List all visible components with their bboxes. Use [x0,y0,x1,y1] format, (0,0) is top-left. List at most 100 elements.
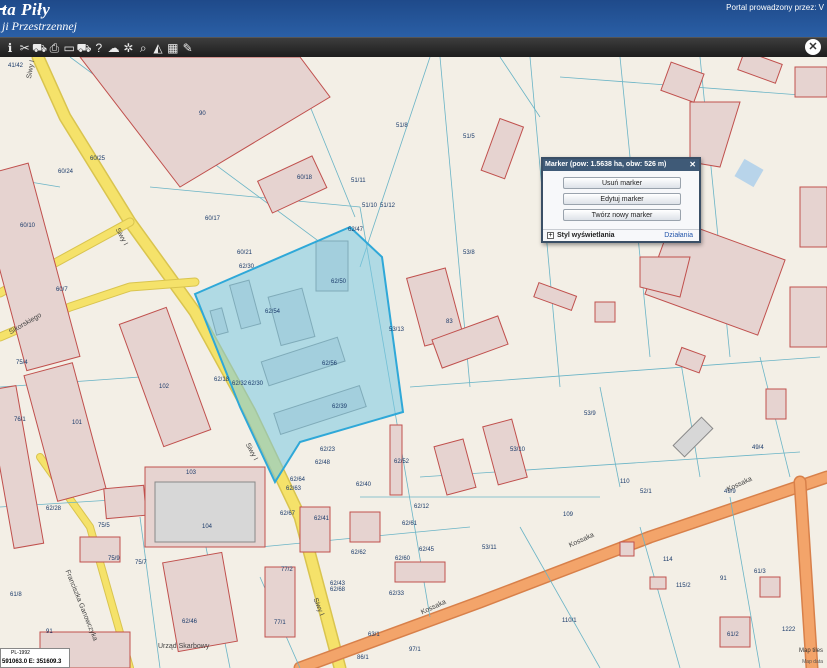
parcel-label: 62/52 [394,459,410,465]
layers-icon[interactable]: ▦ [165,40,181,56]
expand-styles-icon[interactable]: + [547,232,554,239]
cut-icon[interactable]: ✂ [17,40,33,56]
display-style-label[interactable]: Styl wyświetlania [557,230,615,241]
parcel-label: 91 [46,629,53,635]
parcel-label: 51/12 [380,203,396,209]
parcel-label: 109 [563,512,574,518]
map-tiles-attribution: Map tiles [798,648,823,654]
parcel-label: 51/11 [351,178,366,184]
parcel-label: 90 [199,111,206,117]
app-header: ta Piły ji Przestrzennej Portal prowadzo… [0,0,827,37]
parcel-label: 62/60 [395,556,411,562]
parcel-label: 76/1 [14,417,26,423]
print-icon[interactable]: ⎙ [46,40,62,56]
parcel-label: 62/67 [280,511,296,517]
parcel-label: 104 [202,524,213,530]
app-title: ta Piły [2,0,51,19]
help-icon[interactable]: ? [91,40,107,56]
parcel-label: 62/18 [214,377,230,383]
parcel-label: 75/7 [135,560,147,566]
bus-icon[interactable]: ▭ [61,40,77,56]
map-view[interactable]: 41/42 90 51/8 51/5 60/25 60/24 60/18 51/11 51/10… [0,57,827,668]
info-icon[interactable]: ℹ [2,40,18,56]
parcel-label: 60/18 [297,175,313,181]
parcel-label: 51/10 [362,203,378,209]
parcel-label: 53/8 [463,250,475,256]
parcel-label: 102 [159,384,170,390]
parcel-label: 51/8 [396,123,408,129]
map-canvas[interactable] [0,57,827,668]
parcel-label: 53/9 [584,411,596,417]
parcel-label: 75/9 [108,556,120,562]
street-label: Urząd Skarbowy [158,643,210,650]
parcel-label: 60/24 [58,169,74,175]
car-icon[interactable]: ⛟ [32,40,48,56]
parcel-label: 62/62 [351,550,367,556]
parcel-label: 41/42 [8,63,24,69]
marker-popup-header: Marker (pow: 1.5638 ha, obw: 526 m) ✕ [543,159,699,171]
comment-icon[interactable]: ✎ [180,40,196,56]
parcel-label: 62/68 [330,587,346,593]
parcel-label: 62/48 [315,460,331,466]
parcel-label: 60/25 [90,156,106,162]
map-toolbar: ℹ ✂ ⛟ ⎙ ▭ ⛟? ☁ ✲ ⌕ ◭ ▦ ✎ ✕ [0,37,827,57]
map-data-attribution: Map data [802,659,823,665]
popup-close-icon[interactable]: ✕ [689,159,696,171]
parcel-label: 62/28 [46,506,62,512]
parcel-label: 103 [186,470,197,476]
parcel-label: 52/1 [640,489,652,495]
parcel-label: 63/1 [368,632,380,638]
parcel-label: 83 [446,319,453,325]
parcel-label: 75/4 [16,360,28,366]
delete-marker-button[interactable]: Usuń marker [563,177,681,189]
settings-icon[interactable]: ✲ [120,40,136,56]
parcel-label: 62/30 [248,381,264,387]
parcel-label: 62/54 [265,309,281,315]
parcel-label: 61/2 [727,632,739,638]
parcel-label: 101 [72,420,83,426]
parcel-label: 49/4 [752,445,764,451]
parcel-label: 62/32 [232,381,248,387]
parcel-label: 110 [620,479,630,485]
parcel-label: 62/41 [314,516,330,522]
close-icon[interactable]: ✕ [805,39,821,55]
parcel-label: 62/40 [356,482,372,488]
parcel-label: 53/10 [510,447,526,453]
parcel-label: 60/10 [20,223,36,229]
parcel-label: 62/61 [402,521,418,527]
parcel-label: 60/17 [205,216,221,222]
parcel-label: 62/23 [320,447,336,453]
parcel-label: 62/64 [290,477,306,483]
parcel-label: 61/3 [754,569,766,575]
marker-popup: Marker (pow: 1.5638 ha, obw: 526 m) ✕ Us… [541,157,701,243]
coordinate-system-select[interactable]: PL-1992 [11,650,30,656]
parcel-label: 53/13 [389,327,405,333]
marker-popup-title: Marker (pow: 1.5638 ha, obw: 526 m) [545,161,667,168]
cloud-icon[interactable]: ☁ [106,40,122,56]
parcel-label: 62/50 [331,279,347,285]
parcel-label: 77/2 [281,567,293,573]
parcel-label: 91 [720,576,727,582]
parcel-label: 62/33 [389,591,405,597]
zoom-icon[interactable]: ⌕ [135,40,151,56]
parcel-label: 1222 [782,627,796,633]
parcel-label: 86/1 [357,655,369,661]
truck-icon[interactable]: ⛟ [76,40,92,56]
road-icon[interactable]: ◭ [150,40,166,56]
portal-info: Portal prowadzony przez: V [726,3,824,12]
parcel-label: 51/5 [463,134,475,140]
parcel-label: 60/21 [237,250,253,256]
parcel-label: 61/8 [10,592,22,598]
edit-marker-button[interactable]: Edytuj marker [563,193,681,205]
actions-link[interactable]: Działania [664,230,693,241]
create-marker-button[interactable]: Twórz nowy marker [563,209,681,221]
parcel-label: 62/63 [286,486,302,492]
parcel-label: 62/46 [182,619,198,625]
parcel-label: 110/1 [562,618,577,624]
parcel-label: 62/56 [322,361,338,367]
app-subtitle: ji Przestrzennej [2,19,77,33]
parcel-label: 77/1 [274,620,286,626]
parcel-label: 62/47 [348,227,364,233]
coordinate-readout: PL-1992 591063.0 E: 351609.3 [0,648,70,668]
parcel-label: 60/7 [56,287,68,293]
